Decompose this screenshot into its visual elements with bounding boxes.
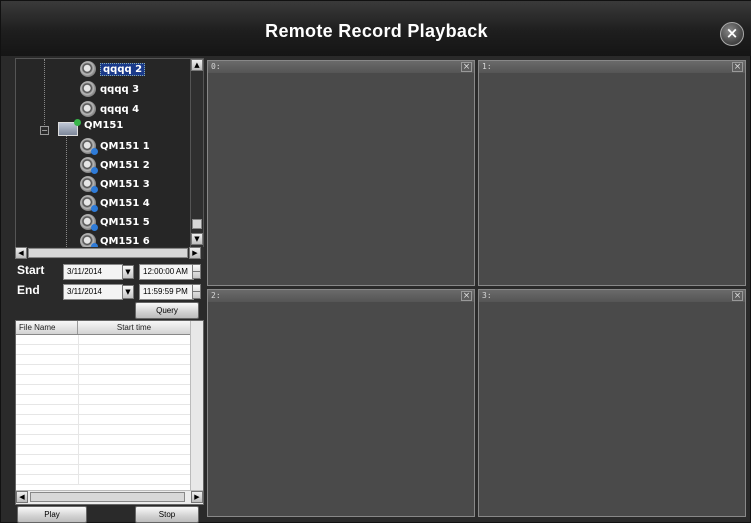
table-row [16, 445, 191, 455]
tree-item-label: qqqq 2 [100, 62, 146, 76]
table-row [16, 405, 191, 415]
tree-item-label: qqqq 4 [100, 103, 140, 115]
start-label: Start [17, 263, 45, 277]
close-channel-button[interactable]: × [461, 62, 472, 72]
channel-label: 1: [482, 62, 492, 71]
start-date-dropdown[interactable]: ▼ [122, 265, 134, 279]
camera-icon [80, 138, 98, 155]
tree-item-label: QM151 [84, 119, 124, 131]
title-bar: Remote Record Playback × [1, 1, 751, 56]
channel-label: 2: [211, 291, 221, 300]
tree-item-camera[interactable]: qqqq 3 [80, 80, 139, 98]
end-label: End [17, 283, 40, 297]
close-button[interactable]: × [720, 22, 744, 46]
tree-item-camera[interactable]: qqqq 2 [80, 60, 146, 78]
camera-icon [80, 176, 98, 193]
file-list-header: File Name Start time [16, 321, 191, 335]
tree-item-camera[interactable]: qqqq 4 [80, 100, 139, 118]
tree-item-camera[interactable]: QM151 4 [80, 194, 150, 212]
table-row [16, 365, 191, 375]
tree-item-camera[interactable]: QM151 2 [80, 156, 150, 174]
scroll-thumb[interactable] [192, 219, 202, 229]
camera-icon [80, 61, 96, 77]
device-tree[interactable]: qqqq 2 qqqq 3 qqqq 4 − QM151 QM151 1 QM1… [15, 58, 204, 258]
tree-item-camera[interactable]: QM151 1 [80, 137, 150, 155]
table-row [16, 355, 191, 365]
close-channel-button[interactable]: × [732, 62, 743, 72]
tree-item-camera[interactable]: QM151 5 [80, 213, 150, 231]
close-channel-button[interactable]: × [732, 291, 743, 301]
table-row [16, 345, 191, 355]
channel-label: 3: [482, 291, 492, 300]
tree-horizontal-scrollbar[interactable]: ◀ ▶ [15, 247, 204, 259]
window-title: Remote Record Playback [265, 21, 488, 41]
close-channel-button[interactable]: × [461, 291, 472, 301]
file-list-vertical-scrollbar[interactable] [190, 321, 203, 490]
table-row [16, 465, 191, 475]
scroll-thumb[interactable] [30, 492, 185, 502]
column-header-start-time[interactable]: Start time [78, 321, 191, 334]
file-list-horizontal-scrollbar[interactable]: ◀ ▶ [16, 490, 203, 504]
channel-label: 0: [211, 62, 221, 71]
scroll-down-button[interactable]: ▼ [191, 233, 203, 245]
start-time-spinner[interactable] [192, 264, 201, 279]
tree-item-label: QM151 3 [100, 178, 150, 190]
camera-icon [80, 214, 98, 231]
table-row [16, 455, 191, 465]
column-header-file-name[interactable]: File Name [16, 321, 78, 334]
video-panel-caption: 3: × [479, 290, 745, 302]
tree-connector [66, 131, 67, 257]
scroll-left-button[interactable]: ◀ [16, 491, 28, 503]
table-row [16, 385, 191, 395]
play-button[interactable]: Play [17, 506, 87, 523]
camera-icon [80, 195, 98, 212]
camera-icon [80, 81, 96, 97]
table-row [16, 475, 191, 485]
video-panel-0[interactable]: 0: × [207, 60, 475, 286]
tree-item-label: qqqq 3 [100, 83, 140, 95]
tree-item-label: QM151 5 [100, 216, 150, 228]
table-row [16, 415, 191, 425]
end-date-field[interactable]: 3/11/2014 [63, 284, 123, 300]
tree-item-camera[interactable]: QM151 3 [80, 175, 150, 193]
stop-button[interactable]: Stop [135, 506, 199, 523]
video-panel-3[interactable]: 3: × [478, 289, 746, 517]
table-row [16, 335, 191, 345]
scroll-right-button[interactable]: ▶ [191, 491, 203, 503]
scroll-right-button[interactable]: ▶ [189, 247, 201, 259]
query-button[interactable]: Query [135, 302, 199, 319]
video-panel-caption: 0: × [208, 61, 474, 73]
end-time-field[interactable]: 11:59:59 PM [139, 284, 194, 300]
table-row [16, 425, 191, 435]
video-panel-caption: 1: × [479, 61, 745, 73]
tree-item-label: QM151 2 [100, 159, 150, 171]
scroll-thumb[interactable] [28, 248, 188, 258]
camera-icon [80, 157, 98, 174]
end-time-spinner[interactable] [192, 284, 201, 299]
video-panel-caption: 2: × [208, 290, 474, 302]
table-row [16, 435, 191, 445]
file-list-rows [16, 335, 191, 490]
start-date-field[interactable]: 3/11/2014 [63, 264, 123, 280]
table-row [16, 395, 191, 405]
tree-item-device[interactable]: QM151 [58, 119, 124, 138]
tree-vertical-scrollbar[interactable]: ▲ ▼ [190, 59, 203, 257]
scroll-up-button[interactable]: ▲ [191, 59, 203, 71]
playback-window: Remote Record Playback × qqqq 2 qqqq 3 q… [0, 0, 751, 523]
table-row [16, 375, 191, 385]
video-panel-1[interactable]: 1: × [478, 60, 746, 286]
tree-item-label: QM151 6 [100, 235, 150, 247]
collapse-toggle[interactable]: − [40, 126, 49, 135]
tree-connector [44, 59, 45, 131]
tree-item-label: QM151 4 [100, 197, 150, 209]
dvr-device-icon [58, 119, 81, 136]
tree-item-label: QM151 1 [100, 140, 150, 152]
record-file-list[interactable]: File Name Start time ◀ ▶ [15, 320, 204, 505]
camera-icon [80, 101, 96, 117]
scroll-left-button[interactable]: ◀ [15, 247, 27, 259]
end-date-dropdown[interactable]: ▼ [122, 285, 134, 299]
video-panel-2[interactable]: 2: × [207, 289, 475, 517]
start-time-field[interactable]: 12:00:00 AM [139, 264, 194, 280]
